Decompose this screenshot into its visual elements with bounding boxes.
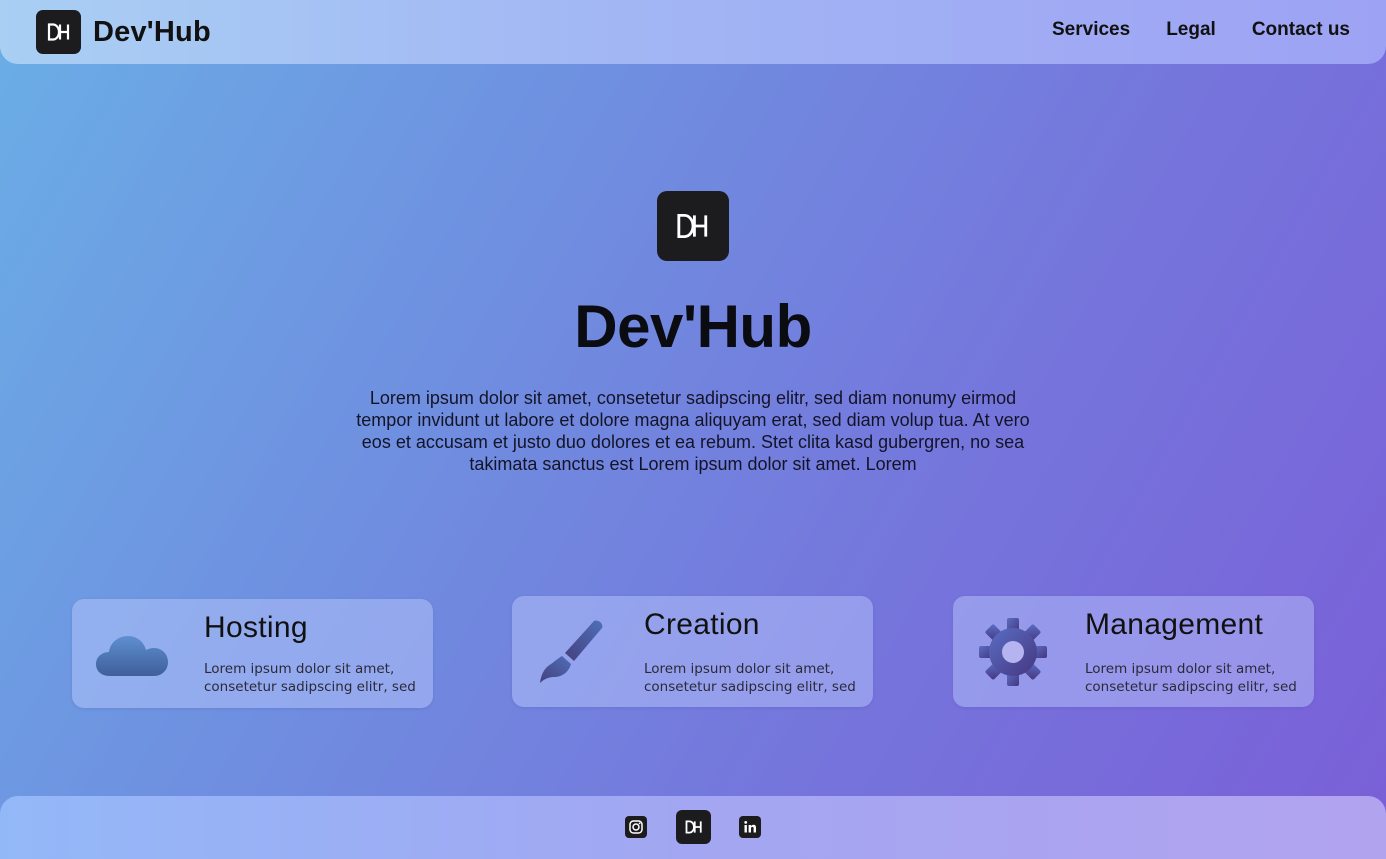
- cloud-icon: [96, 619, 168, 691]
- site-header: Dev'Hub Services Legal Contact us: [0, 0, 1386, 64]
- dh-logo-icon: [36, 10, 81, 54]
- service-card-management[interactable]: Management Lorem ipsum dolor sit amet, c…: [953, 596, 1314, 707]
- linkedin-icon[interactable]: [739, 816, 761, 838]
- site-footer: [0, 796, 1386, 859]
- service-description: Lorem ipsum dolor sit amet, consetetur s…: [1085, 661, 1297, 695]
- hero-description: Lorem ipsum dolor sit amet, consetetur s…: [356, 388, 1030, 474]
- service-title: Management: [1085, 608, 1264, 641]
- service-title: Hosting: [204, 611, 308, 644]
- main-nav: Services Legal Contact us: [1052, 19, 1350, 41]
- paintbrush-icon: [536, 616, 608, 688]
- nav-link-contact[interactable]: Contact us: [1252, 19, 1350, 41]
- brand-home-link[interactable]: Dev'Hub: [36, 10, 211, 54]
- nav-link-services[interactable]: Services: [1052, 19, 1130, 41]
- brand-name: Dev'Hub: [93, 15, 211, 48]
- service-card-creation[interactable]: Creation Lorem ipsum dolor sit amet, con…: [512, 596, 873, 707]
- service-description: Lorem ipsum dolor sit amet, consetetur s…: [204, 661, 416, 695]
- nav-link-legal[interactable]: Legal: [1166, 19, 1216, 41]
- gear-icon: [977, 616, 1049, 688]
- service-description: Lorem ipsum dolor sit amet, consetetur s…: [644, 661, 856, 695]
- instagram-icon[interactable]: [625, 816, 647, 838]
- service-card-hosting[interactable]: Hosting Lorem ipsum dolor sit amet, cons…: [72, 599, 433, 708]
- hero-title: Dev'Hub: [574, 293, 812, 360]
- dh-logo-icon[interactable]: [676, 810, 711, 844]
- dh-logo-icon: [657, 191, 729, 261]
- service-title: Creation: [644, 608, 760, 641]
